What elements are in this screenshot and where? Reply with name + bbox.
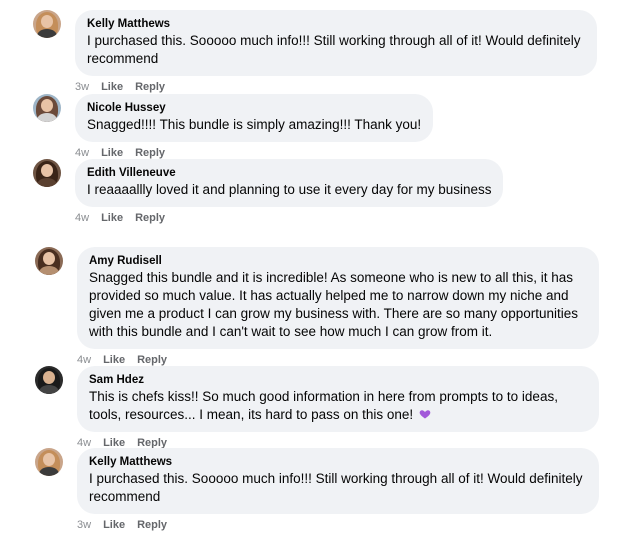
- comment-actions: 4w Like Reply: [75, 146, 433, 160]
- comment-content: Sam Hdez This is chefs kiss!! So much go…: [77, 366, 599, 450]
- reply-button[interactable]: Reply: [135, 80, 165, 94]
- comment-content: Kelly Matthews I purchased this. Sooooo …: [75, 10, 597, 94]
- comment-text: Snagged this bundle and it is incredible…: [89, 270, 578, 339]
- commenter-name[interactable]: Edith Villeneuve: [87, 166, 491, 181]
- comment-content: Kelly Matthews I purchased this. Sooooo …: [77, 448, 599, 532]
- comment-bubble: Nicole Hussey Snagged!!!! This bundle is…: [75, 94, 434, 142]
- like-button[interactable]: Like: [103, 518, 125, 532]
- like-button[interactable]: Like: [101, 80, 123, 94]
- reply-button[interactable]: Reply: [137, 353, 167, 367]
- avatar[interactable]: [33, 10, 61, 38]
- reply-button[interactable]: Reply: [135, 211, 165, 225]
- comment-item: Amy Rudisell Snagged this bundle and it …: [35, 247, 599, 367]
- comment-actions: 4w Like Reply: [77, 353, 599, 367]
- comment-item: Edith Villeneuve I reaaaallly loved it a…: [33, 159, 504, 225]
- avatar[interactable]: [33, 94, 61, 122]
- avatar[interactable]: [35, 366, 63, 394]
- comment-text: I reaaaallly loved it and planning to us…: [87, 182, 492, 197]
- comment-timestamp[interactable]: 4w: [77, 353, 91, 367]
- like-button[interactable]: Like: [103, 353, 125, 367]
- comment-text: I purchased this. Sooooo much info!!! St…: [87, 33, 581, 66]
- comment-content: Edith Villeneuve I reaaaallly loved it a…: [75, 159, 504, 225]
- reply-button[interactable]: Reply: [137, 518, 167, 532]
- avatar[interactable]: [35, 247, 63, 275]
- reply-button[interactable]: Reply: [135, 146, 165, 160]
- comment-content: Nicole Hussey Snagged!!!! This bundle is…: [75, 94, 434, 160]
- purple-heart-icon: [419, 410, 431, 419]
- like-button[interactable]: Like: [101, 146, 123, 160]
- comment-bubble: Sam Hdez This is chefs kiss!! So much go…: [77, 366, 599, 432]
- comment-item: Kelly Matthews I purchased this. Sooooo …: [35, 448, 599, 532]
- comment-content: Amy Rudisell Snagged this bundle and it …: [77, 247, 599, 367]
- comment-bubble: Kelly Matthews I purchased this. Sooooo …: [77, 448, 599, 514]
- comment-timestamp[interactable]: 3w: [75, 80, 89, 94]
- comment-text: I purchased this. Sooooo much info!!! St…: [89, 471, 583, 504]
- comment-actions: 3w Like Reply: [75, 80, 597, 94]
- comment-timestamp[interactable]: 3w: [77, 518, 91, 532]
- comment-text: Snagged!!!! This bundle is simply amazin…: [87, 117, 422, 132]
- comment-actions: 4w Like Reply: [75, 211, 503, 225]
- comment-text-body: This is chefs kiss!! So much good inform…: [89, 389, 558, 422]
- commenter-name[interactable]: Kelly Matthews: [89, 455, 587, 470]
- commenter-name[interactable]: Sam Hdez: [89, 373, 587, 388]
- comment-timestamp[interactable]: 4w: [75, 146, 89, 160]
- comment-timestamp[interactable]: 4w: [75, 211, 89, 225]
- comment-item: Sam Hdez This is chefs kiss!! So much go…: [35, 366, 599, 450]
- comment-text: This is chefs kiss!! So much good inform…: [89, 388, 587, 424]
- comment-actions: 3w Like Reply: [77, 518, 599, 532]
- comment-bubble: Amy Rudisell Snagged this bundle and it …: [77, 247, 599, 349]
- like-button[interactable]: Like: [101, 211, 123, 225]
- avatar[interactable]: [35, 448, 63, 476]
- comment-item: Nicole Hussey Snagged!!!! This bundle is…: [33, 94, 434, 160]
- avatar[interactable]: [33, 159, 61, 187]
- commenter-name[interactable]: Amy Rudisell: [89, 254, 587, 269]
- comment-item: Kelly Matthews I purchased this. Sooooo …: [33, 10, 597, 94]
- comment-bubble: Kelly Matthews I purchased this. Sooooo …: [75, 10, 597, 76]
- commenter-name[interactable]: Kelly Matthews: [87, 17, 585, 32]
- comment-bubble: Edith Villeneuve I reaaaallly loved it a…: [75, 159, 504, 207]
- commenter-name[interactable]: Nicole Hussey: [87, 101, 421, 116]
